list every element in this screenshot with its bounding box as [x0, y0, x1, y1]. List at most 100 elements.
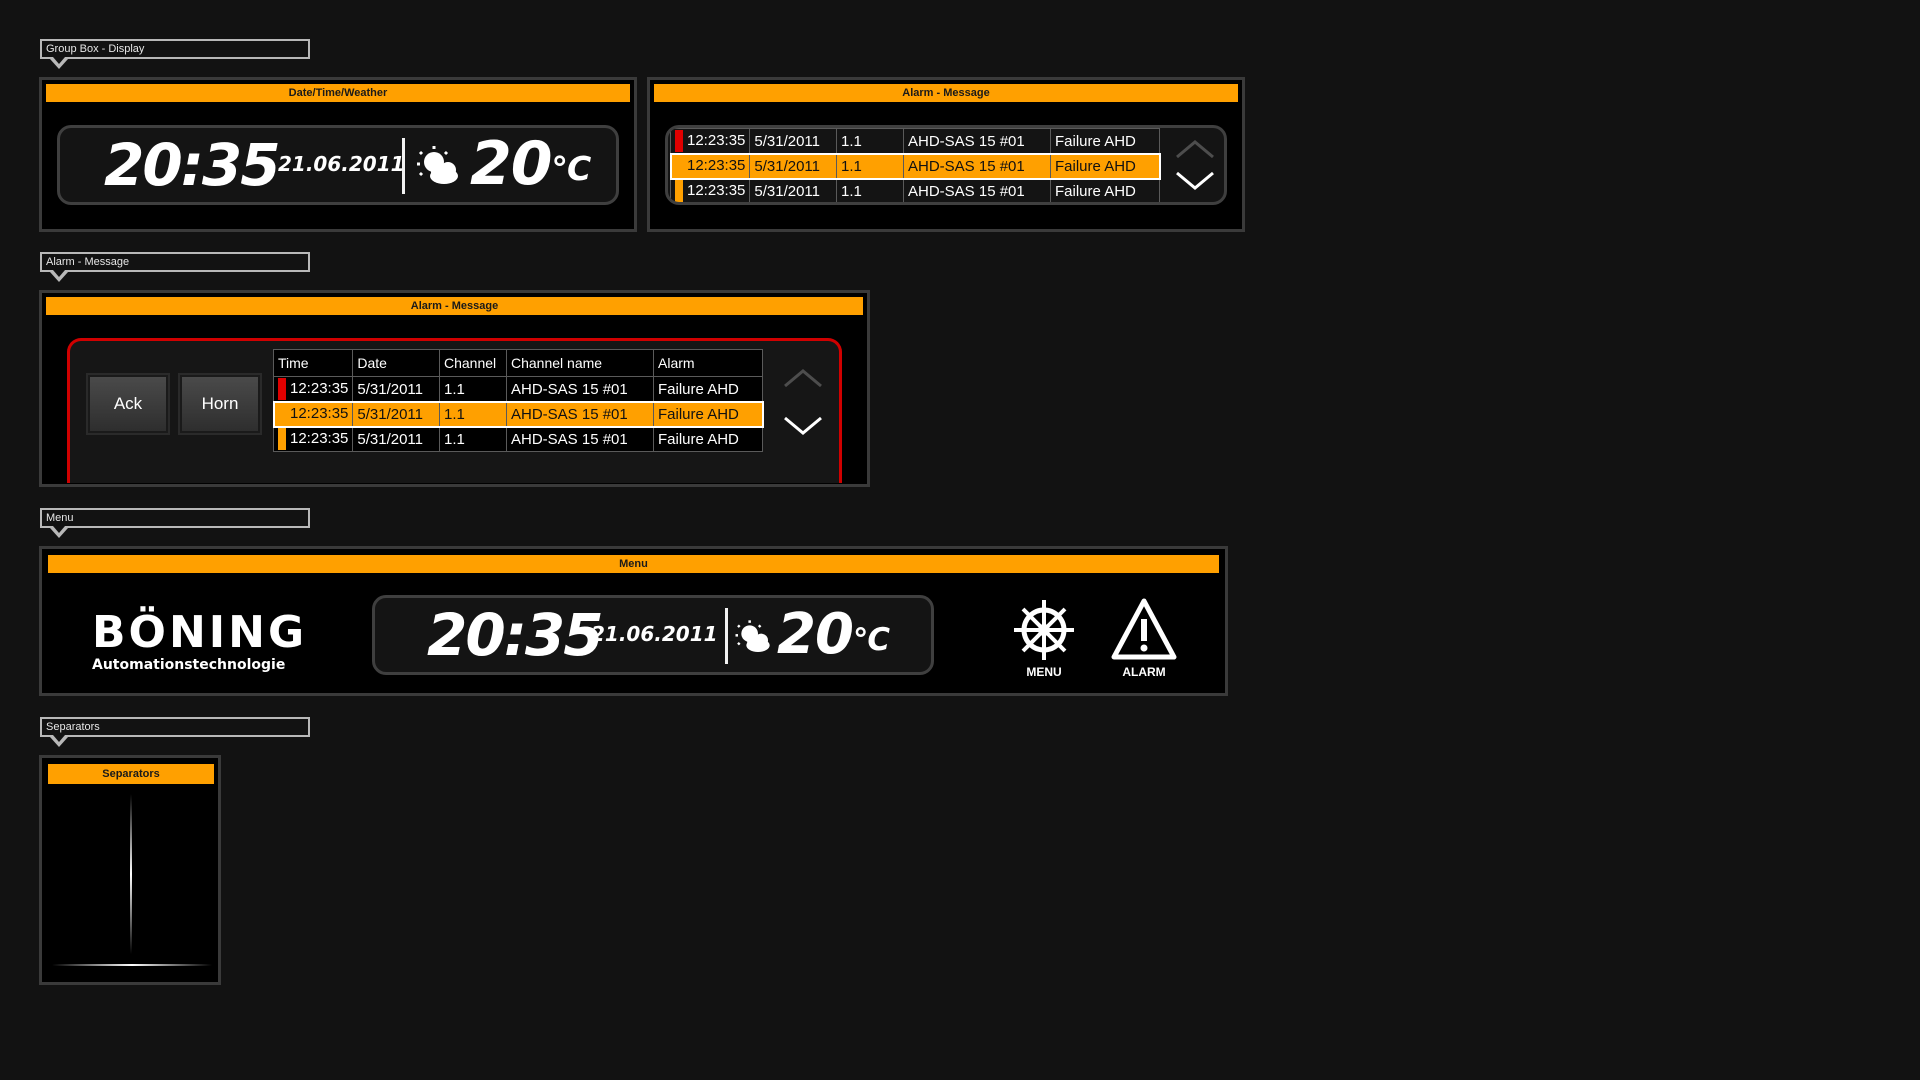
brand-subtitle: Automationstechnologie: [92, 657, 286, 673]
alarm-big-panel-title: Alarm - Message: [46, 297, 863, 315]
header-date[interactable]: Date: [352, 349, 440, 377]
alarm-button-label: ALARM: [1122, 665, 1166, 679]
group-label-display: Group Box - Display: [40, 39, 310, 69]
time-value: 12:23:35: [687, 131, 746, 149]
time-value: 12:23:35: [290, 404, 349, 422]
alarm-small-table: 12:23:35 5/31/2011 1.1 AHD-SAS 15 #01 Fa…: [669, 128, 1161, 202]
temperature-value: 20: [777, 602, 854, 667]
header-time[interactable]: Time: [272, 349, 354, 377]
alarm-marker: [278, 428, 286, 450]
group-label-separators: Separators: [40, 717, 310, 747]
label-notch-icon: [50, 57, 68, 69]
cell-channel-name: AHD-SAS 15 #01: [903, 128, 1051, 154]
time-value: 12:23:35: [687, 156, 746, 174]
cell-time: 12:23:35: [272, 376, 354, 402]
table-row[interactable]: 12:23:35 5/31/2011 1.1 AHD-SAS 15 #01 Fa…: [669, 128, 1160, 154]
cell-date: 5/31/2011: [352, 426, 440, 452]
cell-date: 5/31/2011: [749, 153, 837, 179]
cell-alarm: Failure AHD: [653, 401, 763, 427]
cell-channel: 1.1: [439, 401, 507, 427]
menu-panel: Menu BÖNING Automationstechnologie 20:35…: [39, 546, 1228, 696]
group-label-menu: Menu: [40, 508, 310, 538]
horizontal-separator: [52, 964, 212, 966]
header-alarm[interactable]: Alarm: [653, 349, 763, 377]
alarm-marker: [278, 403, 286, 425]
cell-time: 12:23:35: [272, 426, 354, 452]
scroll-down-icon[interactable]: [782, 415, 824, 437]
cell-alarm: Failure AHD: [653, 376, 763, 402]
ship-wheel-icon: [1014, 600, 1074, 660]
alarm-small-panel: Alarm - Message 12:23:35 5/31/2011 1.1 A…: [647, 77, 1245, 232]
cell-channel: 1.1: [439, 376, 507, 402]
brand-name: BÖNING: [92, 607, 308, 658]
label-notch-icon: [50, 735, 68, 747]
time-value: 12:23:35: [290, 429, 349, 447]
header-channel-name[interactable]: Channel name: [506, 349, 654, 377]
table-header-row: Time Date Channel Channel name Alarm: [272, 349, 763, 377]
cell-channel: 1.1: [836, 178, 904, 202]
alarm-button[interactable]: ALARM: [1104, 597, 1184, 681]
table-row[interactable]: 12:23:35 5/31/2011 1.1 AHD-SAS 15 #01 Fa…: [272, 376, 763, 402]
header-channel[interactable]: Channel: [439, 349, 507, 377]
alarm-marker: [675, 155, 683, 177]
cell-alarm: Failure AHD: [1050, 178, 1160, 202]
cell-channel: 1.1: [439, 426, 507, 452]
group-label-alarm: Alarm - Message: [40, 252, 310, 282]
cell-channel-name: AHD-SAS 15 #01: [506, 401, 654, 427]
menu-button-label: MENU: [1026, 665, 1062, 679]
alarm-marker: [278, 378, 286, 400]
cell-channel-name: AHD-SAS 15 #01: [506, 426, 654, 452]
scroll-down-icon[interactable]: [1174, 170, 1216, 192]
cell-channel: 1.1: [836, 128, 904, 154]
brand-logo: BÖNING Automationstechnologie: [92, 607, 308, 674]
table-row[interactable]: 12:23:35 5/31/2011 1.1 AHD-SAS 15 #01 Fa…: [272, 426, 763, 452]
table-row[interactable]: 12:23:35 5/31/2011 1.1 AHD-SAS 15 #01 Fa…: [272, 400, 764, 428]
cell-alarm: Failure AHD: [1050, 128, 1160, 154]
alarm-small-frame: 12:23:35 5/31/2011 1.1 AHD-SAS 15 #01 Fa…: [665, 125, 1227, 205]
table-row[interactable]: 12:23:35 5/31/2011 1.1 AHD-SAS 15 #01 Fa…: [669, 152, 1161, 180]
group-label-display-text: Group Box - Display: [46, 43, 145, 55]
alarm-frame: Ack Horn Time Date Channel Channel name …: [67, 338, 842, 483]
datetime-panel: Date/Time/Weather 20:35 21.06.2011 20°C: [39, 77, 637, 232]
temperature-value: 20: [470, 129, 552, 199]
horn-button[interactable]: Horn: [180, 375, 260, 433]
cell-channel-name: AHD-SAS 15 #01: [506, 376, 654, 402]
cell-channel-name: AHD-SAS 15 #01: [903, 178, 1051, 202]
alarm-small-panel-title: Alarm - Message: [654, 84, 1238, 102]
cell-date: 5/31/2011: [352, 401, 440, 427]
clock-date: 21.06.2011: [591, 622, 718, 646]
clock-display: 20:35 21.06.2011 20°C: [57, 125, 619, 205]
time-value: 12:23:35: [290, 379, 349, 397]
clock-separator: [725, 608, 728, 664]
cell-date: 5/31/2011: [749, 178, 837, 202]
temperature-unit: °C: [551, 148, 592, 188]
warning-icon: [1111, 598, 1177, 660]
partly-cloudy-icon: [735, 620, 770, 652]
cell-time: 12:23:35: [669, 128, 751, 154]
cell-date: 5/31/2011: [352, 376, 440, 402]
cell-date: 5/31/2011: [749, 128, 837, 154]
alarm-marker: [675, 130, 683, 152]
cell-channel: 1.1: [836, 153, 904, 179]
table-row[interactable]: 12:23:35 5/31/2011 1.1 AHD-SAS 15 #01 Fa…: [669, 178, 1160, 202]
clock-separator: [402, 138, 405, 194]
time-value: 12:23:35: [687, 181, 746, 199]
label-notch-icon: [50, 270, 68, 282]
partly-cloudy-icon: [417, 146, 458, 184]
ack-button[interactable]: Ack: [88, 375, 168, 433]
group-label-alarm-text: Alarm - Message: [46, 256, 130, 268]
cell-time: 12:23:35: [272, 401, 354, 427]
datetime-panel-title: Date/Time/Weather: [46, 84, 630, 102]
clock-time: 20:35: [427, 601, 604, 669]
separators-panel-title: Separators: [48, 764, 214, 784]
menu-panel-title: Menu: [48, 555, 1219, 573]
menu-clock-display: 20:35 21.06.2011 20°C: [372, 595, 934, 675]
label-notch-icon: [50, 526, 68, 538]
vertical-separator: [130, 794, 132, 954]
scroll-up-icon[interactable]: [1174, 138, 1216, 160]
temperature-unit: °C: [852, 621, 890, 658]
clock-time: 20:35: [104, 131, 281, 199]
scroll-up-icon[interactable]: [782, 367, 824, 389]
menu-button[interactable]: MENU: [1004, 597, 1084, 681]
temperature: 20°C: [470, 129, 592, 199]
